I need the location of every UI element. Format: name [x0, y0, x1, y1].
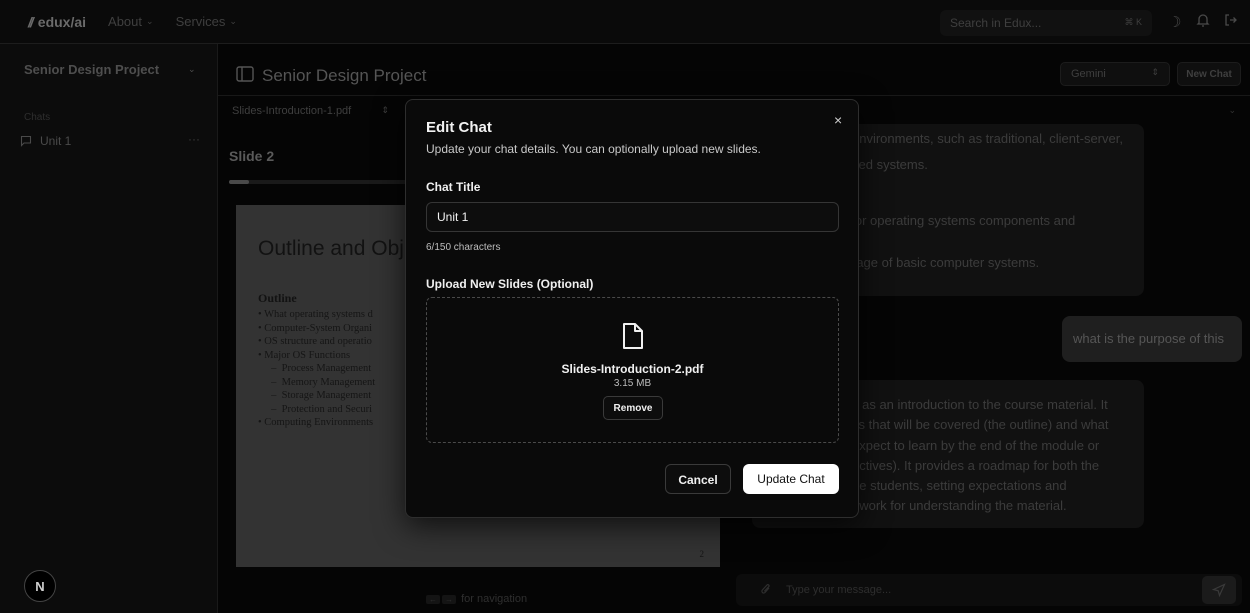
message-input-placeholder: Type your message...: [786, 584, 892, 596]
dialog-title: Edit Chat: [426, 119, 492, 136]
toggle-sidebar-icon[interactable]: [236, 66, 254, 82]
search-input[interactable]: Search in Edux... ⌘ K: [940, 10, 1152, 36]
message-line: s as an introduction to the course mater…: [852, 397, 1108, 412]
updown-icon: ⇕: [1151, 67, 1159, 77]
slide-label: Slide 2: [229, 148, 275, 164]
slide-outline-item: • Computing Environments: [258, 417, 374, 428]
message-line: rage of basic computer systems.: [852, 255, 1040, 270]
message-line: environments, such as traditional, clien…: [852, 131, 1123, 146]
chevron-down-icon: ⌄: [1228, 105, 1236, 115]
edit-chat-dialog: × Edit Chat Update your chat details. Yo…: [405, 99, 859, 518]
navigation-hint: ← → for navigation: [426, 593, 527, 605]
upload-slides-label: Upload New Slides (Optional): [426, 277, 594, 291]
message-line: cs that will be covered (the outline) an…: [852, 417, 1109, 432]
dialog-description: Update your chat details. You can option…: [426, 142, 761, 156]
slide-outline-item: • Major OS Functions: [258, 349, 351, 361]
main-header: Senior Design Project Gemini ⇕ New Chat: [218, 44, 1250, 96]
slide-outline-item: – Protection and Securi: [258, 403, 373, 415]
nav-about-label: About: [108, 14, 143, 29]
char-count: 6/150 characters: [426, 242, 501, 253]
cancel-button[interactable]: Cancel: [665, 464, 731, 494]
logout-icon[interactable]: [1224, 13, 1238, 31]
file-icon: [622, 322, 644, 350]
more-options-icon[interactable]: ···: [188, 132, 200, 146]
remove-file-button[interactable]: Remove: [603, 396, 663, 420]
updown-icon: ⇕: [381, 105, 389, 115]
send-icon: [1212, 583, 1226, 597]
nav-about[interactable]: About ⌄: [108, 14, 154, 29]
uploaded-file-name: Slides-Introduction-2.pdf: [561, 362, 704, 376]
paperclip-icon[interactable]: [760, 583, 772, 599]
message-line: sed systems.: [852, 157, 928, 172]
brand-logo[interactable]: // edux/ai: [28, 14, 86, 30]
brand-name: edux/ai: [37, 13, 87, 30]
chat-title-label: Chat Title: [426, 180, 481, 194]
avatar[interactable]: N: [24, 570, 56, 602]
theme-toggle-icon[interactable]: ☽: [1168, 13, 1181, 31]
slide-progress-fill: [229, 180, 249, 184]
brand-mark: //: [28, 13, 34, 30]
update-chat-button[interactable]: Update Chat: [743, 464, 839, 494]
message-line: he students, setting expectations and: [852, 478, 1067, 493]
chevron-down-icon: ⌄: [146, 16, 154, 26]
chevron-down-icon[interactable]: ⌄: [188, 64, 196, 75]
arrow-left-key: ←: [426, 595, 440, 604]
close-icon[interactable]: ×: [834, 112, 842, 128]
project-name[interactable]: Senior Design Project: [24, 62, 159, 77]
chats-section-label: Chats: [24, 112, 51, 123]
chat-bubble-icon: [20, 135, 34, 147]
slide-title: Outline and Obj: [258, 237, 404, 260]
slide-outline-item: – Memory Management: [258, 376, 376, 388]
slide-outline-item: • Computer-System Organi: [258, 322, 373, 334]
upload-dropzone[interactable]: Slides-Introduction-2.pdf 3.15 MB Remove: [426, 297, 839, 443]
arrow-right-key: →: [442, 595, 456, 604]
user-message: what is the purpose of this: [1062, 316, 1242, 362]
slide-outline-item: • OS structure and operatio: [258, 336, 372, 347]
navigation-hint-text: for navigation: [461, 593, 528, 605]
send-button[interactable]: [1202, 576, 1236, 604]
sidebar-chat-item[interactable]: Unit 1 ···: [20, 132, 210, 150]
slide-outline-item: – Process Management: [258, 363, 372, 374]
uploaded-file-size: 3.15 MB: [613, 378, 652, 389]
message-line: ectives). It provides a roadmap for both…: [852, 458, 1100, 473]
model-select[interactable]: Gemini ⇕: [1060, 62, 1170, 86]
sidebar: Senior Design Project ⌄ Chats Unit 1 ···…: [0, 44, 218, 613]
nav-services[interactable]: Services ⌄: [176, 14, 237, 29]
page-title: Senior Design Project: [262, 66, 427, 85]
chevron-down-icon: ⌄: [229, 16, 237, 26]
slide-subtitle: Outline: [258, 291, 297, 305]
search-placeholder: Search in Edux...: [950, 16, 1042, 30]
message-composer[interactable]: Type your message...: [736, 574, 1242, 606]
slide-file-select[interactable]: Slides-Introduction-1.pdf ⇕: [226, 101, 401, 123]
model-select-value: Gemini: [1071, 68, 1106, 80]
nav-services-label: Services: [175, 14, 226, 29]
slide-outline-item: • What operating systems d: [258, 309, 373, 320]
top-navbar: // edux/ai About ⌄ Services ⌄ Search in …: [0, 0, 1250, 44]
chat-title-input[interactable]: [426, 202, 839, 232]
message-line: expect to learn by the end of the module…: [852, 438, 1100, 453]
bell-icon[interactable]: [1196, 13, 1210, 32]
chat-item-title: Unit 1: [40, 134, 72, 148]
search-shortcut: ⌘ K: [1124, 17, 1142, 27]
message-line: jor operating systems components and: [852, 213, 1076, 228]
slide-outline-list: • What operating systems d • Computer-Sy…: [258, 308, 375, 430]
slide-page-number: 2: [699, 549, 705, 559]
message-line: ework for understanding the material.: [852, 498, 1067, 513]
new-chat-button[interactable]: New Chat: [1177, 62, 1241, 86]
slide-file-name: Slides-Introduction-1.pdf: [232, 105, 352, 117]
slide-outline-item: – Storage Management: [258, 390, 372, 401]
